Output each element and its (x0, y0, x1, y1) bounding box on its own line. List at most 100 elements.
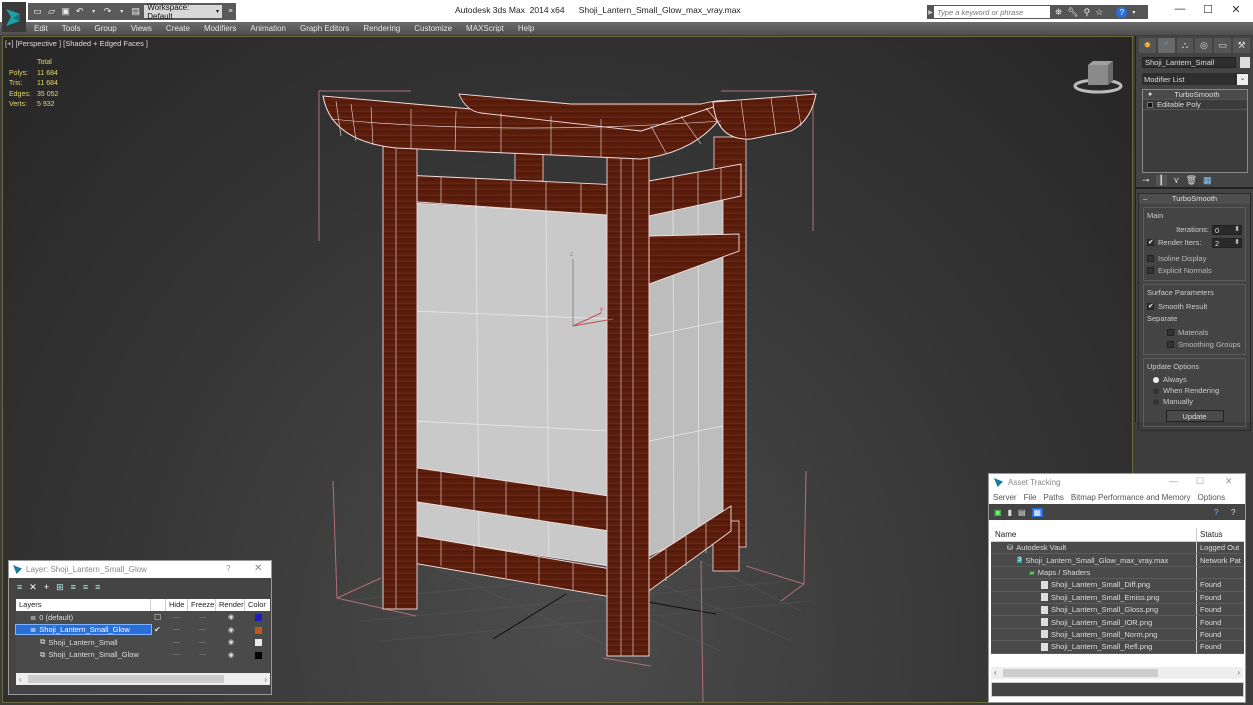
explicit-normals-checkbox[interactable]: Explicit Normals (1147, 264, 1242, 276)
hide-all-layers-icon[interactable]: ≡ (83, 582, 88, 592)
menu-graph-editors[interactable]: Graph Editors (300, 22, 349, 35)
redo-dropdown-icon[interactable]: ▾ (116, 6, 127, 18)
show-end-result-icon[interactable]: ┃ (1155, 174, 1167, 186)
help-button[interactable]: ? (226, 564, 230, 573)
menu-tools[interactable]: Tools (62, 22, 81, 35)
select-in-layer-icon[interactable]: ⊞ (56, 582, 64, 593)
lightbulb-icon[interactable]: ● (1148, 91, 1152, 98)
scroll-left-icon[interactable]: ‹ (19, 675, 22, 684)
smooth-result-checkbox[interactable]: ✔ Smooth Result (1147, 300, 1242, 312)
radio-when-rendering[interactable]: When Rendering (1147, 385, 1242, 396)
modify-tab-icon[interactable]: ◜ (1157, 38, 1175, 53)
freeze-toggle[interactable]: — (199, 639, 206, 646)
menu-bitmap-performance[interactable]: Bitmap Performance and Memory (1071, 493, 1191, 502)
render-teapot-icon[interactable]: ◉ (228, 613, 234, 621)
star-icon[interactable]: ☆ (1095, 7, 1103, 18)
help-dropdown-icon[interactable]: ▾ (1132, 9, 1135, 16)
menu-customize[interactable]: Customize (414, 22, 452, 35)
menu-paths[interactable]: Paths (1043, 493, 1063, 502)
layer-row[interactable]: ≣ 0 (default) ☐ — — ◉ (16, 611, 270, 624)
menu-file[interactable]: File (1024, 493, 1037, 502)
column-header-color[interactable]: Color (245, 599, 270, 611)
freeze-toggle[interactable]: — (199, 651, 206, 658)
project-folder-icon[interactable]: ▤ (130, 6, 141, 18)
freeze-toggle[interactable]: — (199, 626, 206, 633)
add-to-layer-icon[interactable]: + (44, 582, 49, 592)
context-help-icon[interactable]: ? (1231, 508, 1235, 517)
render-teapot-icon[interactable]: ◉ (228, 638, 234, 646)
scroll-right-icon[interactable]: › (264, 675, 267, 684)
materials-checkbox[interactable]: Materials (1147, 326, 1242, 338)
asset-row[interactable]: ▰ Maps / Shaders (991, 566, 1244, 580)
layer-object-row[interactable]: ⧉ Shoji_Lantern_Small — — ◉ (16, 636, 270, 649)
render-iters-checkbox[interactable]: ✔ Render Iters: (1147, 237, 1201, 249)
layer-color-swatch[interactable] (255, 626, 262, 634)
make-unique-icon[interactable]: ⋎ (1173, 175, 1180, 186)
remove-modifier-icon[interactable]: 🗑︎ (1186, 175, 1197, 186)
vault-icon[interactable]: ▣ (994, 508, 1002, 517)
scrollbar-thumb[interactable] (1003, 669, 1158, 677)
asset-row[interactable]: 3 Shoji_Lantern_Small_Glow_max_vray.max Ne… (991, 554, 1244, 567)
render-teapot-icon[interactable]: ◉ (228, 626, 234, 634)
motion-tab-icon[interactable]: ◎ (1195, 38, 1213, 53)
scrollbar-thumb[interactable] (28, 675, 224, 683)
utilities-tab-icon[interactable]: ⚒ (1233, 38, 1250, 53)
menu-group[interactable]: Group (94, 22, 116, 35)
layer-color-swatch[interactable] (255, 614, 262, 621)
expand-arrow-icon[interactable]: ▶ (927, 9, 934, 16)
column-header-name[interactable]: Name (991, 527, 1197, 542)
object-name-field[interactable]: Shoji_Lantern_Small (1142, 57, 1236, 68)
delete-layer-icon[interactable]: ✕ (29, 582, 37, 593)
active-layer-checkmark-icon[interactable]: ✔ (154, 625, 161, 634)
minimize-button[interactable]: — (1170, 3, 1190, 15)
open-file-icon[interactable]: ▱ (46, 6, 57, 18)
iterations-spinner[interactable]: 0 (1212, 224, 1242, 235)
render-teapot-icon[interactable]: ◉ (228, 651, 234, 659)
menu-modifiers[interactable]: Modifiers (204, 22, 236, 35)
asset-row[interactable]: ⛁ Autodesk Vault Logged Out (991, 542, 1244, 555)
workspace-dropdown[interactable]: Workspace: Default ▾ (144, 3, 222, 21)
help-icon[interactable]: ? (1116, 6, 1128, 18)
menu-rendering[interactable]: Rendering (363, 22, 400, 35)
maximize-button[interactable]: ☐ (1196, 476, 1204, 487)
horizontal-scrollbar[interactable]: ‹ › (991, 667, 1243, 679)
column-header-freeze[interactable]: Freeze (188, 599, 216, 611)
isoline-display-checkbox[interactable]: Isoline Display (1147, 252, 1242, 264)
hierarchy-tab-icon[interactable]: ⛬ (1176, 38, 1194, 53)
create-layer-icon[interactable]: ≡ (17, 582, 22, 592)
binoculars-icon[interactable]: ⛯ (1055, 7, 1062, 18)
close-button[interactable]: ✕ (254, 563, 262, 574)
close-button[interactable]: ✕ (1225, 476, 1233, 487)
update-button[interactable]: Update (1165, 410, 1224, 422)
menu-server[interactable]: Server (993, 493, 1017, 502)
minimize-button[interactable]: — (1169, 476, 1178, 486)
object-color-swatch[interactable] (255, 651, 262, 659)
undo-dropdown-icon[interactable]: ▾ (88, 6, 99, 18)
render-iters-spinner[interactable]: 2 (1212, 237, 1242, 248)
column-header-render[interactable]: Render (216, 599, 245, 611)
file-icon[interactable]: ▮ (1008, 508, 1012, 517)
rollout-header[interactable]: – TurboSmooth (1139, 194, 1250, 204)
menu-edit[interactable]: Edit (34, 22, 48, 35)
table-view-icon[interactable]: ▦ (1031, 507, 1044, 517)
horizontal-scrollbar[interactable]: ‹ › (16, 673, 270, 685)
display-tab-icon[interactable]: ▭ (1214, 38, 1232, 53)
layer-object-row[interactable]: ⧉ Shoji_Lantern_Small_Glow — — ◉ (16, 649, 270, 662)
close-button[interactable]: ✕ (1226, 3, 1246, 16)
asset-row[interactable]: Shoji_Lantern_Small_Refl.png Found (991, 641, 1244, 654)
customize-toolbar-icon[interactable]: ≡ (225, 6, 236, 18)
save-icon[interactable]: ▣ (60, 6, 71, 18)
menu-animation[interactable]: Animation (250, 22, 286, 35)
pin-stack-icon[interactable]: ⊸ (1142, 175, 1150, 186)
highlight-selected-icon[interactable]: ≡ (71, 582, 76, 592)
scroll-left-icon[interactable]: ‹ (994, 668, 997, 677)
layer-row-selected[interactable]: ≣ Shoji_Lantern_Small_Glow ✔ — — ◉ (15, 624, 270, 637)
app-logo-button[interactable] (2, 2, 26, 32)
object-color-swatch[interactable] (255, 639, 262, 646)
smoothing-groups-checkbox[interactable]: Smoothing Groups (1147, 338, 1242, 350)
radio-always[interactable]: Always (1147, 374, 1242, 385)
hide-toggle[interactable]: — (173, 626, 180, 633)
asset-row[interactable]: Shoji_Lantern_Small_Emiss.png Found (991, 591, 1244, 604)
asset-row[interactable]: Shoji_Lantern_Small_Diff.png Found (991, 579, 1244, 592)
radio-manually[interactable]: Manually (1147, 396, 1242, 407)
